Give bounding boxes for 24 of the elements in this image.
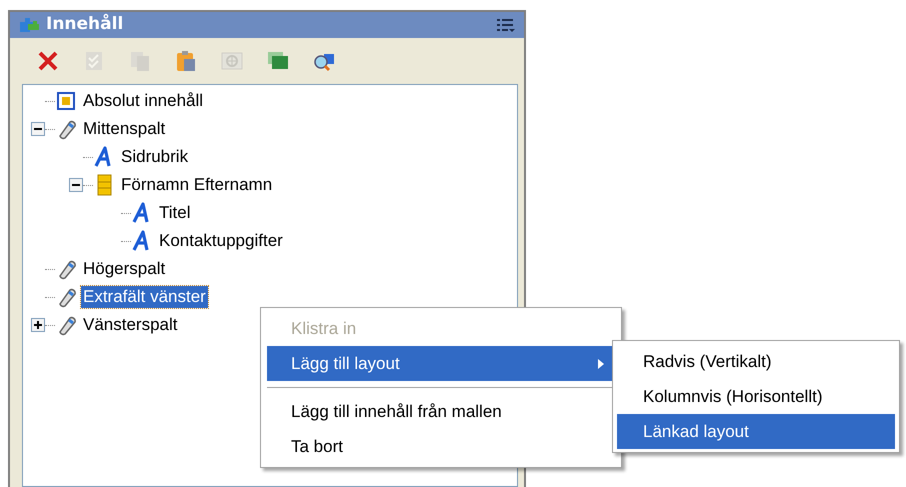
tree-item[interactable]: Absolut innehåll — [81, 90, 206, 112]
panel-title: Innehåll — [46, 12, 124, 36]
tree-item[interactable]: Sidrubrik — [119, 146, 190, 168]
menu-item[interactable]: Länkad layout — [617, 414, 895, 449]
puzzle-icon — [18, 16, 40, 34]
tree-item[interactable]: Kontaktuppgifter — [157, 230, 285, 252]
delete-icon[interactable] — [36, 49, 60, 73]
menu-item[interactable]: Kolumnvis (Horisontellt) — [617, 379, 895, 414]
frame-icon — [55, 90, 77, 112]
menu-item[interactable]: Radvis (Vertikalt) — [617, 344, 895, 379]
tree-item[interactable]: Extrafält vänster — [81, 286, 208, 308]
expand-toggle[interactable] — [31, 318, 45, 332]
collapse-toggle[interactable] — [31, 122, 45, 136]
menu-item[interactable]: Lägg till innehåll från mallen — [267, 394, 615, 429]
tree-item[interactable]: Högerspalt — [81, 258, 168, 280]
tree-item[interactable]: Vänsterspalt — [81, 314, 180, 336]
menu-item[interactable]: Lägg till layout — [267, 346, 615, 381]
tree-item[interactable]: Förnamn Efternamn — [119, 174, 274, 196]
tree-item[interactable]: Mittenspalt — [81, 118, 168, 140]
list-menu-icon[interactable] — [496, 17, 516, 33]
clipboard-icon[interactable] — [174, 49, 198, 73]
menu-item[interactable]: Ta bort — [267, 429, 615, 464]
tree-item[interactable]: Titel — [157, 202, 192, 224]
collapse-toggle[interactable] — [69, 178, 83, 192]
